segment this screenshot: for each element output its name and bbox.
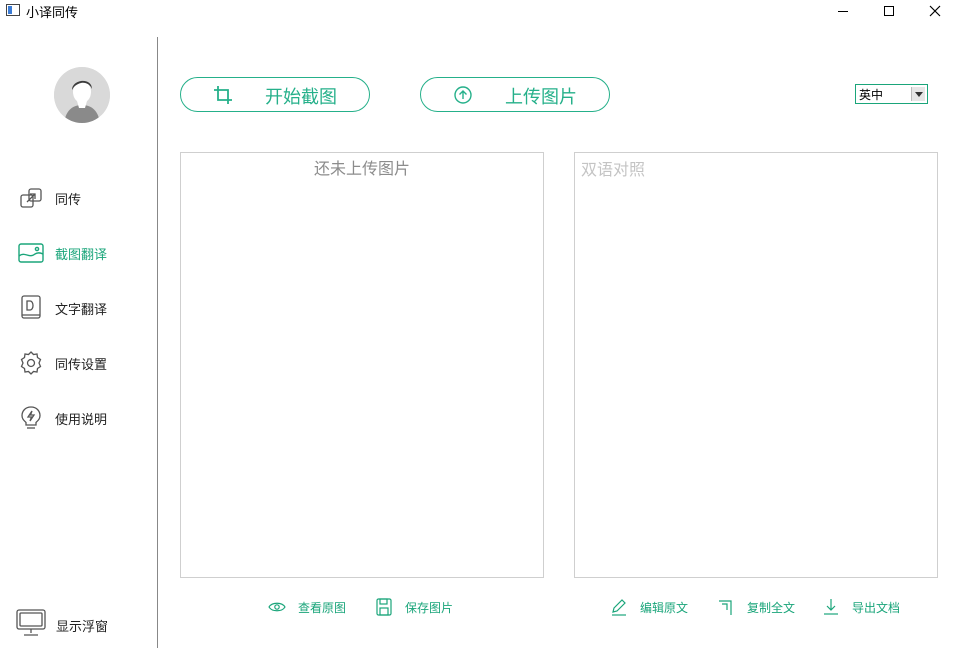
sidebar-item-label: 截图翻译 — [55, 247, 108, 263]
link-arrow-icon — [18, 185, 44, 211]
save-icon — [375, 598, 393, 616]
sidebar-divider — [157, 37, 158, 648]
sidebar-item-screenshot-translate[interactable]: 截图翻译 — [18, 238, 107, 268]
view-original-label: 查看原图 — [298, 600, 347, 615]
sidebar-item-label: 同传 — [55, 192, 82, 208]
start-screenshot-label: 开始截图 — [265, 87, 337, 108]
save-image-button[interactable]: 保存图片 — [375, 596, 453, 618]
sidebar-item-label: 文字翻译 — [55, 302, 108, 318]
lightbulb-icon — [18, 405, 44, 431]
view-original-button[interactable]: 查看原图 — [268, 596, 346, 618]
source-image-panel[interactable]: 还未上传图片 — [180, 152, 544, 578]
avatar-person-icon — [54, 67, 110, 123]
crop-icon — [213, 85, 233, 105]
window-title: 小译同传 — [26, 6, 79, 21]
sidebar-item-text-translate[interactable]: 文字翻译 — [18, 293, 107, 323]
close-icon — [929, 5, 941, 17]
start-screenshot-button[interactable]: 开始截图 — [180, 77, 370, 112]
edit-source-button[interactable]: 编辑原文 — [610, 596, 688, 618]
upload-circle-icon — [453, 85, 473, 105]
pencil-icon — [610, 598, 628, 616]
sidebar-item-simultaneous[interactable]: 同传 — [18, 183, 81, 213]
language-select-value: 英中 — [859, 87, 884, 102]
maximize-icon — [884, 6, 894, 16]
result-placeholder: 双语对照 — [581, 160, 646, 179]
eye-icon — [268, 598, 286, 616]
app-icon — [6, 4, 20, 16]
save-image-label: 保存图片 — [405, 600, 454, 615]
sidebar-item-help[interactable]: 使用说明 — [18, 403, 107, 433]
avatar[interactable] — [54, 67, 110, 123]
export-document-label: 导出文档 — [852, 600, 901, 615]
copy-all-label: 复制全文 — [747, 600, 796, 615]
copy-icon — [717, 598, 735, 616]
show-float-window-button[interactable]: 显示浮窗 — [16, 609, 109, 641]
sidebar: 同传 截图翻译 文字翻译 同传设置 使用说明 — [0, 22, 158, 648]
source-placeholder: 还未上传图片 — [313, 159, 410, 178]
monitor-icon — [16, 609, 46, 641]
title-bar: 小译同传 — [0, 0, 956, 22]
upload-image-label: 上传图片 — [505, 87, 577, 108]
gear-icon — [18, 350, 44, 376]
maximize-button[interactable] — [866, 0, 912, 22]
copy-all-button[interactable]: 复制全文 — [717, 596, 795, 618]
export-document-button[interactable]: 导出文档 — [822, 596, 900, 618]
download-icon — [822, 598, 840, 616]
image-icon — [18, 240, 44, 266]
dropdown-arrow-icon[interactable] — [911, 87, 925, 101]
sidebar-item-label: 使用说明 — [55, 412, 108, 428]
upload-image-button[interactable]: 上传图片 — [420, 77, 610, 112]
sidebar-item-label: 同传设置 — [55, 357, 108, 373]
sidebar-item-settings[interactable]: 同传设置 — [18, 348, 107, 378]
edit-source-label: 编辑原文 — [640, 600, 689, 615]
minimize-icon — [838, 10, 848, 12]
close-button[interactable] — [912, 0, 956, 22]
language-select[interactable]: 英中 — [855, 84, 928, 104]
bilingual-result-panel[interactable]: 双语对照 — [574, 152, 938, 578]
show-float-window-label: 显示浮窗 — [56, 619, 109, 635]
document-icon — [18, 295, 44, 321]
minimize-button[interactable] — [820, 0, 866, 22]
